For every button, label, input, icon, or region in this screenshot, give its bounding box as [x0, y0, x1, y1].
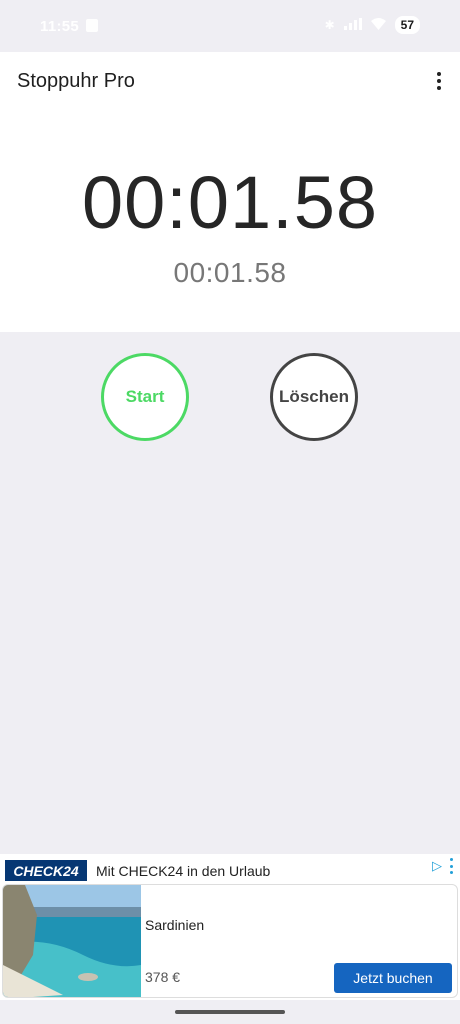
status-icons: ✱ 57 [325, 16, 420, 34]
clear-button[interactable]: Löschen [270, 353, 358, 441]
wifi-icon [370, 17, 386, 33]
navigation-bar [0, 1000, 460, 1024]
ad-card[interactable]: Sardinien 378 € Jetzt buchen [2, 884, 458, 998]
bluetooth-icon: ✱ [324, 18, 335, 32]
menu-dot [437, 86, 441, 90]
app-title: Stoppuhr Pro [17, 70, 135, 92]
lap-time: 00:01.58 [173, 257, 287, 288]
book-now-button[interactable]: Jetzt buchen [334, 963, 452, 993]
menu-dot [449, 871, 453, 874]
start-button[interactable]: Start [101, 353, 189, 441]
ad-more-icon[interactable] [448, 858, 454, 874]
ad-headline[interactable]: Mit CHECK24 in den Urlaub [96, 863, 270, 879]
stopwatch-header: Stoppuhr Pro 00:01.58 00:01.58 [0, 52, 460, 332]
ad-brand-logo: CHECK24 [5, 860, 87, 881]
menu-dot [437, 72, 441, 76]
ad-image-beach [3, 885, 141, 997]
signal-icon [343, 17, 362, 33]
menu-dot [437, 79, 441, 83]
ad-destination: Sardinien [145, 917, 205, 933]
menu-dot [449, 858, 453, 861]
elapsed-time: 00:01.58 [81, 161, 379, 244]
menu-dot [449, 864, 453, 868]
ad-price: 378 € [145, 969, 181, 985]
more-vert-icon[interactable] [432, 70, 446, 92]
home-indicator[interactable] [175, 1010, 285, 1014]
ad-banner[interactable]: CHECK24 Mit CHECK24 in den Urlaub ▷ Sard… [0, 854, 460, 1000]
adchoices-icon[interactable]: ▷ [432, 858, 442, 874]
status-bar: 11:55 ✱ 57 [0, 0, 460, 52]
status-time: 11:55 [40, 18, 80, 35]
battery-icon: 57 [394, 16, 420, 34]
calendar-icon [86, 19, 98, 32]
